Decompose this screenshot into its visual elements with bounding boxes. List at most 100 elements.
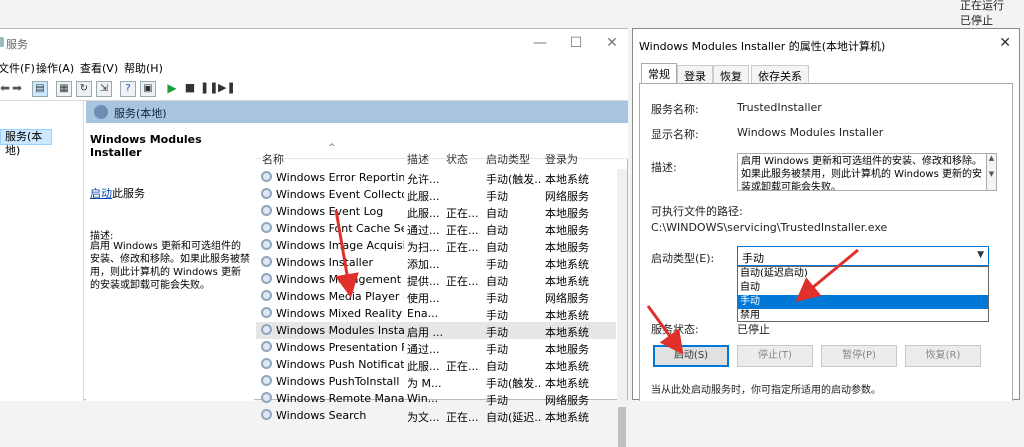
tab-general[interactable]: 常规 — [641, 63, 677, 84]
pause-button[interactable]: 暂停(P) — [821, 345, 897, 367]
column-logon-as[interactable]: 登录为 — [545, 151, 578, 167]
service-name-cell: Windows Push Notificati... — [276, 358, 404, 371]
export-list-icon[interactable]: ⇲ — [96, 81, 112, 97]
service-startup-cell: 自动 — [486, 207, 508, 220]
column-status[interactable]: 状态 — [446, 151, 468, 167]
scrollbar-thumb[interactable] — [618, 407, 626, 447]
table-row[interactable]: Windows Search 为文... 正在... 自动(延迟... 本地系统 — [256, 407, 616, 424]
service-logon-cell: 本地服务 — [545, 224, 589, 237]
service-logon-cell: 本地系统 — [545, 309, 589, 322]
view-icon[interactable]: ▣ — [140, 81, 156, 97]
exe-path-value: C:\WINDOWS\servicing\TrustedInstaller.ex… — [651, 221, 888, 234]
service-logon-cell: 本地系统 — [545, 173, 589, 186]
column-description[interactable]: 描述 — [407, 151, 429, 167]
start-service-link[interactable]: 启动 — [90, 187, 112, 200]
service-startup-cell: 自动(延迟... — [486, 411, 542, 424]
service-desc-cell: 此服... — [407, 190, 440, 203]
service-desc-cell: 此服... — [407, 360, 440, 373]
tab-logon[interactable]: 登录 — [677, 65, 713, 84]
service-logon-cell: 本地服务 — [545, 343, 589, 356]
dialog-close-icon[interactable]: ✕ — [999, 35, 1011, 51]
option-disabled[interactable]: 禁用 — [738, 309, 988, 323]
menu-view[interactable]: 查看(V) — [80, 60, 118, 76]
table-row[interactable]: Windows Error Reportin... 允许... 手动(触发... 本地… — [256, 169, 616, 186]
console-tree: 服务(本地) — [0, 101, 84, 401]
option-manual[interactable]: 手动 — [738, 295, 988, 309]
service-name-value: TrustedInstaller — [737, 101, 822, 114]
table-row[interactable]: Windows Image Acquisiti...为扫... 正在... 自动 本地… — [256, 237, 616, 254]
service-status-cell: 正在... — [446, 207, 479, 220]
table-row[interactable]: Windows Remote Manag...Win... 手动 网络服务 — [256, 390, 616, 407]
table-row[interactable]: Windows Event Collector 此服... 手动 网络服务 — [256, 186, 616, 203]
table-row[interactable]: Windows Installer 添加... 手动 本地系统 — [256, 254, 616, 271]
table-row[interactable]: Windows PushToInstall ... 为 M... 手动(触发... 本… — [256, 373, 616, 390]
tree-item-services-local[interactable]: 服务(本地) — [0, 129, 52, 157]
vertical-scrollbar[interactable] — [617, 169, 627, 447]
exe-path-label: 可执行文件的路径: — [651, 205, 743, 218]
table-row[interactable]: Windows Presentation Fo...通过... 手动 本地服务 — [256, 339, 616, 356]
start-service-icon[interactable]: ▶ — [164, 81, 180, 97]
service-startup-cell: 手动(触发... — [486, 173, 542, 186]
service-gear-icon — [261, 358, 272, 369]
table-row[interactable]: Windows Event Log 此服... 正在... 自动 本地服务 — [256, 203, 616, 220]
option-auto-delayed[interactable]: 自动(延迟启动) — [738, 267, 988, 281]
startup-type-select[interactable]: 手动 ▼ — [737, 246, 989, 266]
service-gear-icon — [261, 222, 272, 233]
service-gear-icon — [261, 239, 272, 250]
description-textbox[interactable]: 启用 Windows 更新和可选组件的安装、修改和移除。如果此服务被禁用，则此计… — [737, 153, 987, 191]
service-startup-cell: 自动 — [486, 360, 508, 373]
service-logon-cell: 本地系统 — [545, 411, 589, 424]
start-button[interactable]: 启动(S) — [653, 345, 729, 367]
pause-service-icon[interactable]: ❚❚ — [200, 81, 218, 97]
tab-recovery[interactable]: 恢复 — [713, 65, 749, 84]
back-arrow-icon[interactable]: ⬅ — [0, 81, 10, 95]
stop-button[interactable]: 停止(T) — [737, 345, 813, 367]
table-row[interactable]: Windows Mixed Reality ... Ena... 手动 本地系统 — [256, 305, 616, 322]
table-row[interactable]: Windows Management I...提供... 正在... 自动 本地系统 — [256, 271, 616, 288]
service-startup-cell: 手动 — [486, 326, 508, 339]
menu-help[interactable]: 帮助(H) — [124, 60, 163, 76]
service-startup-cell: 手动 — [486, 394, 508, 407]
services-header-label: 服务(本地) — [114, 107, 167, 120]
service-startup-cell: 手动 — [486, 343, 508, 356]
service-gear-icon — [261, 409, 272, 420]
service-gear-icon — [261, 375, 272, 386]
service-gear-icon — [261, 273, 272, 284]
services-window: 服务 — ☐ ✕ 文件(F) 操作(A) 查看(V) 帮助(H) ⬅ ➡ ▤ ▦… — [0, 28, 628, 447]
column-name[interactable]: 名称 — [262, 151, 284, 167]
service-logon-cell: 网络服务 — [545, 292, 589, 305]
description-scrollbar[interactable]: ▲ ▼ — [987, 153, 997, 191]
table-row[interactable]: Windows Push Notificati... 此服... 正在... 自动 本地… — [256, 356, 616, 373]
maximize-button[interactable]: ☐ — [564, 33, 588, 53]
menu-file[interactable]: 文件(F) — [0, 60, 35, 76]
service-startup-cell: 手动(触发... — [486, 377, 542, 390]
help-icon[interactable]: ? — [120, 81, 136, 97]
service-status-label: 服务状态: — [651, 323, 699, 336]
restart-service-icon[interactable]: ▶❚ — [218, 81, 236, 97]
dialog-desc-label: 描述: — [651, 161, 677, 174]
table-row[interactable]: Windows Font Cache Ser...通过... 正在... 自动 本地服… — [256, 220, 616, 237]
resume-button[interactable]: 恢复(R) — [905, 345, 981, 367]
startup-params-note: 当从此处启动服务时，你可指定所适用的启动参数。 — [651, 385, 881, 396]
properties-icon[interactable]: ▦ — [56, 81, 72, 97]
service-gear-icon — [261, 205, 272, 216]
close-button[interactable]: ✕ — [600, 33, 624, 53]
console-tree-icon[interactable]: ▤ — [32, 81, 48, 97]
startup-type-dropdown: 自动(延迟启动) 自动 手动 禁用 — [737, 266, 989, 322]
service-logon-cell: 本地系统 — [545, 275, 589, 288]
refresh-icon[interactable]: ↻ — [76, 81, 92, 97]
minimize-button[interactable]: — — [528, 33, 552, 53]
column-startup-type[interactable]: 启动类型 — [486, 151, 530, 167]
dialog-title: Windows Modules Installer 的属性(本地计算机) — [639, 40, 886, 53]
menu-action[interactable]: 操作(A) — [36, 60, 74, 76]
option-auto[interactable]: 自动 — [738, 281, 988, 295]
table-row[interactable]: Windows Modules Install...启用 ... 手动 本地系统 — [256, 322, 616, 339]
forward-arrow-icon[interactable]: ➡ — [12, 81, 22, 95]
tab-dependencies[interactable]: 依存关系 — [751, 65, 809, 84]
service-name-label: 服务名称: — [651, 103, 699, 116]
stop-service-icon[interactable]: ■ — [182, 81, 198, 97]
service-gear-icon — [261, 392, 272, 403]
service-name-cell: Windows Image Acquisiti... — [276, 239, 404, 252]
service-status-cell: 正在... — [446, 411, 479, 424]
table-row[interactable]: Windows Media Player N...使用... 手动 网络服务 — [256, 288, 616, 305]
